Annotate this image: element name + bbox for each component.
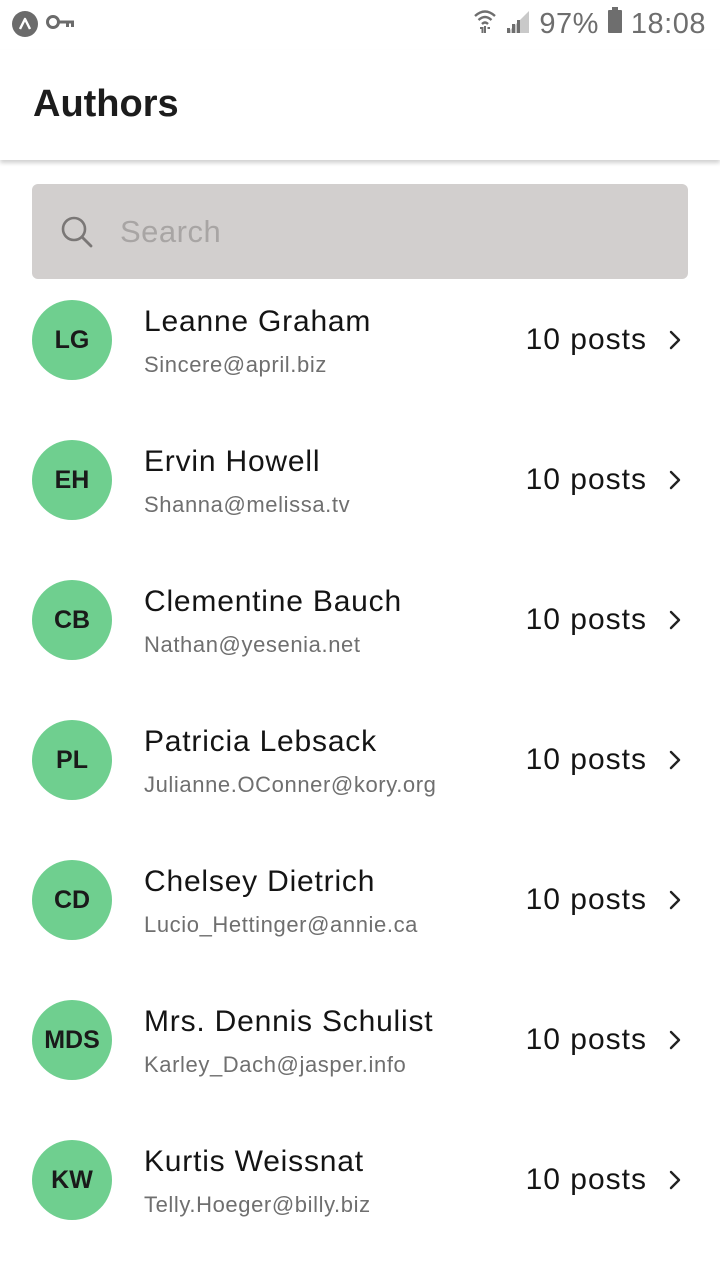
author-name: Clementine Bauch — [144, 585, 402, 618]
avatar: CD — [32, 860, 112, 940]
post-count: 10 posts — [525, 603, 647, 636]
avatar: MDS — [32, 1000, 112, 1080]
author-email: Shanna@melissa.tv — [144, 492, 351, 517]
app-bar: Authors — [0, 50, 720, 160]
author-list-item[interactable]: KW Kurtis Weissnat Telly.Hoeger@billy.bi… — [0, 1110, 720, 1250]
avatar: CB — [32, 580, 112, 660]
status-left-icons — [12, 10, 76, 38]
status-bar: 97% 18:08 — [0, 0, 720, 50]
author-name: Chelsey Dietrich — [144, 865, 376, 898]
search-bar[interactable] — [32, 184, 688, 279]
author-email: Karley_Dach@jasper.info — [144, 1052, 407, 1077]
author-email: Sincere@april.biz — [144, 352, 327, 377]
author-list-item[interactable]: LG Leanne Graham Sincere@april.biz 10 po… — [0, 270, 720, 410]
author-name: Mrs. Dennis Schulist — [144, 1005, 434, 1038]
author-email: Lucio_Hettinger@annie.ca — [144, 912, 419, 937]
post-count: 10 posts — [525, 1023, 647, 1056]
search-icon — [60, 215, 94, 254]
author-email: Telly.Hoeger@billy.biz — [144, 1192, 371, 1217]
chevron-right-icon — [668, 1169, 682, 1196]
chevron-right-icon — [668, 609, 682, 636]
chevron-right-icon — [668, 749, 682, 776]
author-name: Patricia Lebsack — [144, 725, 377, 758]
author-name: Ervin Howell — [144, 445, 321, 478]
wifi-icon — [473, 7, 497, 41]
author-email: Nathan@yesenia.net — [144, 632, 361, 657]
post-count: 10 posts — [525, 743, 647, 776]
post-count: 10 posts — [525, 883, 647, 916]
post-count: 10 posts — [525, 463, 647, 496]
key-icon — [46, 14, 76, 35]
avatar: EH — [32, 440, 112, 520]
author-email: Julianne.OConner@kory.org — [144, 772, 437, 797]
battery-percent: 97% — [539, 7, 599, 40]
avatar: PL — [32, 720, 112, 800]
signal-icon — [505, 8, 531, 41]
status-right: 97% 18:08 — [473, 6, 706, 42]
avatar: LG — [32, 300, 112, 380]
chevron-right-icon — [668, 329, 682, 356]
avatar: KW — [32, 1140, 112, 1220]
clock: 18:08 — [630, 7, 706, 40]
search-input[interactable] — [120, 204, 660, 260]
chevron-right-icon — [668, 1029, 682, 1056]
author-list-item[interactable]: CD Chelsey Dietrich Lucio_Hettinger@anni… — [0, 830, 720, 970]
author-list-item[interactable]: MDS Mrs. Dennis Schulist Karley_Dach@jas… — [0, 970, 720, 1110]
app-circle-icon — [12, 11, 38, 37]
chevron-right-icon — [668, 469, 682, 496]
post-count: 10 posts — [525, 323, 647, 356]
post-count: 10 posts — [525, 1163, 647, 1196]
author-list-item[interactable]: EH Ervin Howell Shanna@melissa.tv 10 pos… — [0, 410, 720, 550]
author-name: Kurtis Weissnat — [144, 1145, 364, 1178]
page-title: Authors — [33, 83, 179, 125]
battery-icon — [607, 7, 623, 41]
chevron-right-icon — [668, 889, 682, 916]
author-list: LG Leanne Graham Sincere@april.biz 10 po… — [0, 270, 720, 1250]
author-name: Leanne Graham — [144, 305, 372, 338]
author-list-item[interactable]: CB Clementine Bauch Nathan@yesenia.net 1… — [0, 550, 720, 690]
author-list-item[interactable]: PL Patricia Lebsack Julianne.OConner@kor… — [0, 690, 720, 830]
